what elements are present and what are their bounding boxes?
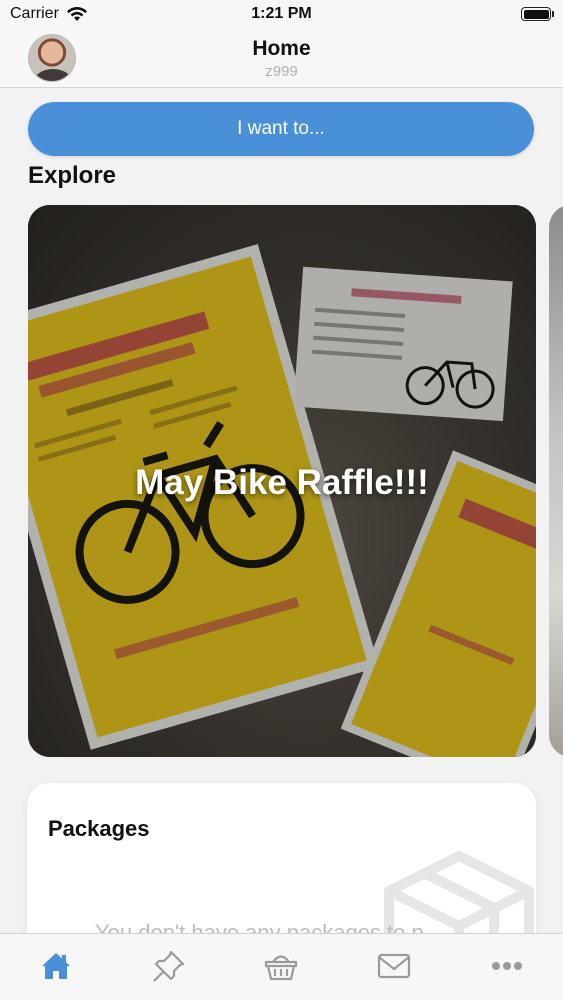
page-title: Home <box>252 37 311 60</box>
tab-home[interactable] <box>0 934 113 1000</box>
pin-icon <box>153 950 184 982</box>
explore-heading: Explore <box>28 162 117 189</box>
more-icon <box>491 962 522 970</box>
nav-header: Home z999 <box>0 28 563 88</box>
home-icon <box>42 953 71 979</box>
tab-bar <box>0 933 563 1000</box>
basket-icon <box>265 955 298 981</box>
mail-icon <box>377 953 411 979</box>
page-subtitle: z999 <box>265 63 298 80</box>
tab-basket[interactable] <box>225 934 338 1000</box>
tab-mail[interactable] <box>338 934 451 1000</box>
explore-card-bike-raffle[interactable]: May Bike Raffle!!! <box>28 205 536 757</box>
explore-card-next[interactable] <box>549 205 563 757</box>
packages-title: Packages <box>48 816 150 841</box>
card-title: May Bike Raffle!!! <box>135 463 429 502</box>
status-bar: Carrier 1:21 PM <box>0 0 563 28</box>
tab-more[interactable] <box>450 934 563 1000</box>
tab-pin[interactable] <box>113 934 226 1000</box>
status-time: 1:21 PM <box>251 5 312 22</box>
i-want-to-button[interactable]: I want to... <box>28 102 534 156</box>
battery-icon <box>521 7 554 21</box>
